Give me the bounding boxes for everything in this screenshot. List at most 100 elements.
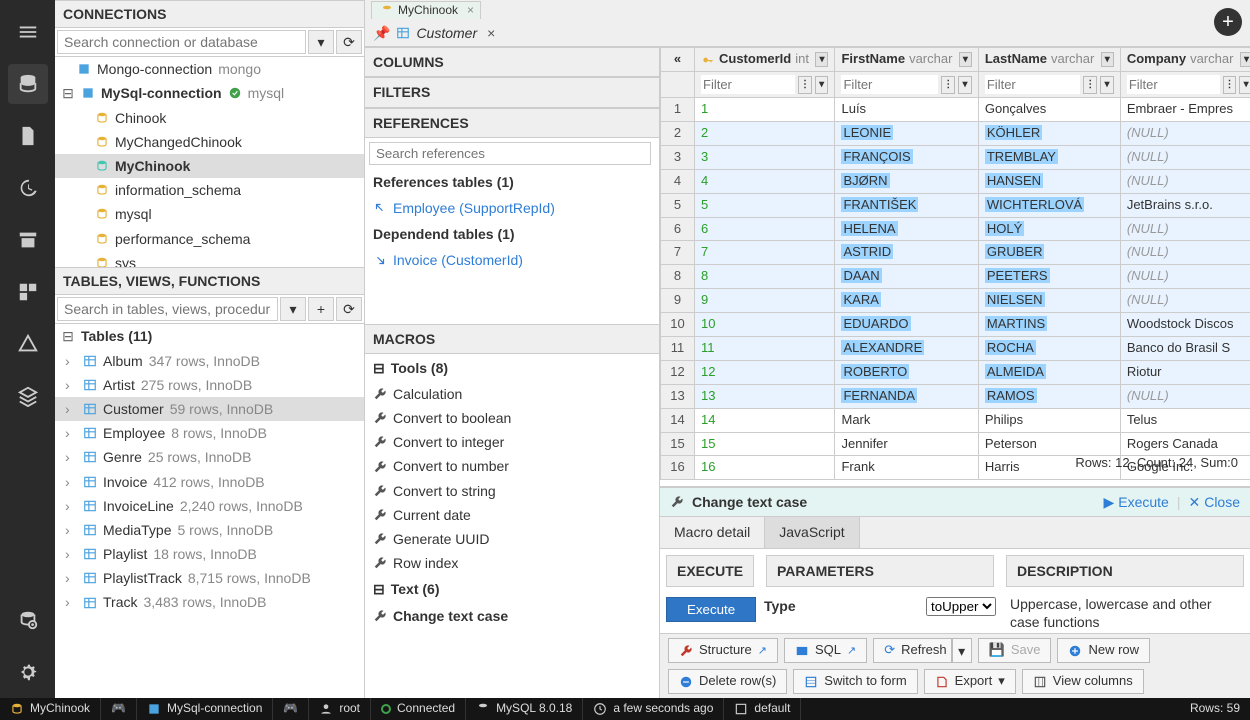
macro-tab-javascript[interactable]: JavaScript [765,517,859,547]
status-schema[interactable]: default [724,698,801,720]
status-database[interactable]: MyChinook [0,698,101,720]
pin-icon[interactable]: 📌 [373,24,390,42]
columns-section-header[interactable]: COLUMNS [365,47,659,77]
filters-section-header[interactable]: FILTERS [365,77,659,107]
table-row[interactable]: 13 13 FERNANDA RAMOS (NULL) [661,384,1250,408]
column-filter-input[interactable] [701,75,795,94]
chevron-down-icon[interactable]: ▾ [1240,52,1250,67]
cell-company[interactable]: (NULL) [1120,289,1250,313]
connections-filter-button[interactable]: ▾ [308,30,334,54]
cell-firstname[interactable]: DAAN [835,265,978,289]
cell-company[interactable]: Telus [1120,408,1250,432]
table-row[interactable]: 9 9 KARA NIELSEN (NULL) [661,289,1250,313]
tables-refresh-button[interactable]: ⟳ [336,297,362,321]
cell-firstname[interactable]: Luís [835,98,978,122]
archive-icon[interactable] [8,220,48,260]
database-item[interactable]: MyChinook [55,154,364,178]
cell-lastname[interactable]: NIELSEN [978,289,1120,313]
database-item[interactable]: mysql [55,202,364,226]
plugins-icon[interactable] [8,272,48,312]
macro-item[interactable]: Convert to boolean [365,406,659,430]
table-row[interactable]: 11 11 ALEXANDRE ROCHA Banco do Brasil S [661,336,1250,360]
macro-group-text[interactable]: ⊟Text (6) [365,575,659,603]
cell-customerid[interactable]: 6 [695,217,835,241]
cell-customerid[interactable]: 2 [695,121,835,145]
database-item[interactable]: MyChangedChinook [55,130,364,154]
tables-add-button[interactable]: + [308,297,334,321]
table-item[interactable]: › Artist 275 rows, InnoDB [55,373,364,397]
table-row[interactable]: 8 8 DAAN PEETERS (NULL) [661,265,1250,289]
cell-customerid[interactable]: 4 [695,169,835,193]
cell-company[interactable]: Woodstock Discos [1120,313,1250,337]
table-item[interactable]: › Playlist 18 rows, InnoDB [55,542,364,566]
cell-customerid[interactable]: 3 [695,145,835,169]
param-type-select[interactable]: toUpper [926,597,996,616]
status-state[interactable]: Connected [371,698,466,720]
chevron-down-icon[interactable]: ▾ [1101,52,1114,67]
cell-lastname[interactable]: KÖHLER [978,121,1120,145]
column-header[interactable]: CustomerIdint ▾ [695,48,835,72]
macro-close-link[interactable]: ✕ Close [1188,493,1240,511]
cell-firstname[interactable]: Mark [835,408,978,432]
cell-firstname[interactable]: BJØRN [835,169,978,193]
macro-execute-link[interactable]: ▶ Execute [1103,493,1168,511]
cell-lastname[interactable]: RAMOS [978,384,1120,408]
column-filter-input[interactable] [1127,75,1220,94]
filter-icon[interactable]: ▾ [815,76,829,94]
connections-search-input[interactable] [57,30,306,54]
cell-firstname[interactable]: HELENA [835,217,978,241]
cell-lastname[interactable]: HANSEN [978,169,1120,193]
macro-item[interactable]: Convert to string [365,479,659,503]
column-header[interactable]: Companyvarchar ▾ [1120,48,1250,72]
table-row[interactable]: 10 10 EDUARDO MARTINS Woodstock Discos [661,313,1250,337]
macro-item[interactable]: Convert to number [365,454,659,478]
table-row[interactable]: 15 15 Jennifer Peterson Rogers Canada [661,432,1250,456]
cell-customerid[interactable]: 16 [695,456,835,480]
macro-group-tools[interactable]: ⊟Tools (8) [365,354,659,382]
cell-lastname[interactable]: ROCHA [978,336,1120,360]
table-row[interactable]: 1 1 Luís Gonçalves Embraer - Empres [661,98,1250,122]
connection-mysql[interactable]: ⊟ MySql-connection mysql [55,81,364,105]
subtab-close-icon[interactable]: × [487,24,495,42]
filter-icon[interactable]: ▾ [958,76,972,94]
cell-lastname[interactable]: Gonçalves [978,98,1120,122]
cell-lastname[interactable]: ALMEIDA [978,360,1120,384]
cell-lastname[interactable]: Peterson [978,432,1120,456]
table-item[interactable]: › InvoiceLine 2,240 rows, InnoDB [55,494,364,518]
status-user[interactable]: root [309,698,371,720]
macro-tab-detail[interactable]: Macro detail [660,517,765,547]
cell-customerid[interactable]: 5 [695,193,835,217]
cell-firstname[interactable]: FERNANDA [835,384,978,408]
references-search-input[interactable] [369,142,651,165]
save-button[interactable]: 💾Save [978,638,1052,663]
layers-icon[interactable] [8,376,48,416]
cell-firstname[interactable]: FRANÇOIS [835,145,978,169]
cell-company[interactable]: (NULL) [1120,241,1250,265]
cell-firstname[interactable]: LEONIE [835,121,978,145]
database-item[interactable]: sys [55,251,364,268]
structure-button[interactable]: Structure↗ [668,638,778,663]
dep-invoice-link[interactable]: Invoice (CustomerId) [365,247,659,273]
connection-mongo[interactable]: Mongo-connection mongo [55,57,364,81]
cell-firstname[interactable]: KARA [835,289,978,313]
cell-customerid[interactable]: 15 [695,432,835,456]
tab-mychinook[interactable]: MyChinook × [371,1,481,20]
export-button[interactable]: Export ▾ [924,669,1016,694]
column-header[interactable]: LastNamevarchar ▾ [978,48,1120,72]
status-time[interactable]: a few seconds ago [583,698,724,720]
column-header[interactable]: FirstNamevarchar ▾ [835,48,978,72]
close-icon[interactable]: × [467,3,474,19]
cell-customerid[interactable]: 8 [695,265,835,289]
collapse-columns-icon[interactable]: « [674,51,681,68]
status-server[interactable]: MySQL 8.0.18 [466,698,583,720]
table-row[interactable]: 5 5 FRANTIŠEK WICHTERLOVÁ JetBrains s.r.… [661,193,1250,217]
cell-company[interactable]: Riotur [1120,360,1250,384]
database-icon[interactable] [8,64,48,104]
macro-item[interactable]: Change text case [365,604,659,628]
table-row[interactable]: 3 3 FRANÇOIS TREMBLAY (NULL) [661,145,1250,169]
filter-menu-icon[interactable]: ⋮ [1223,76,1237,94]
cell-customerid[interactable]: 12 [695,360,835,384]
settings-icon[interactable] [8,652,48,692]
cell-firstname[interactable]: Jennifer [835,432,978,456]
switch-form-button[interactable]: Switch to form [793,669,917,694]
